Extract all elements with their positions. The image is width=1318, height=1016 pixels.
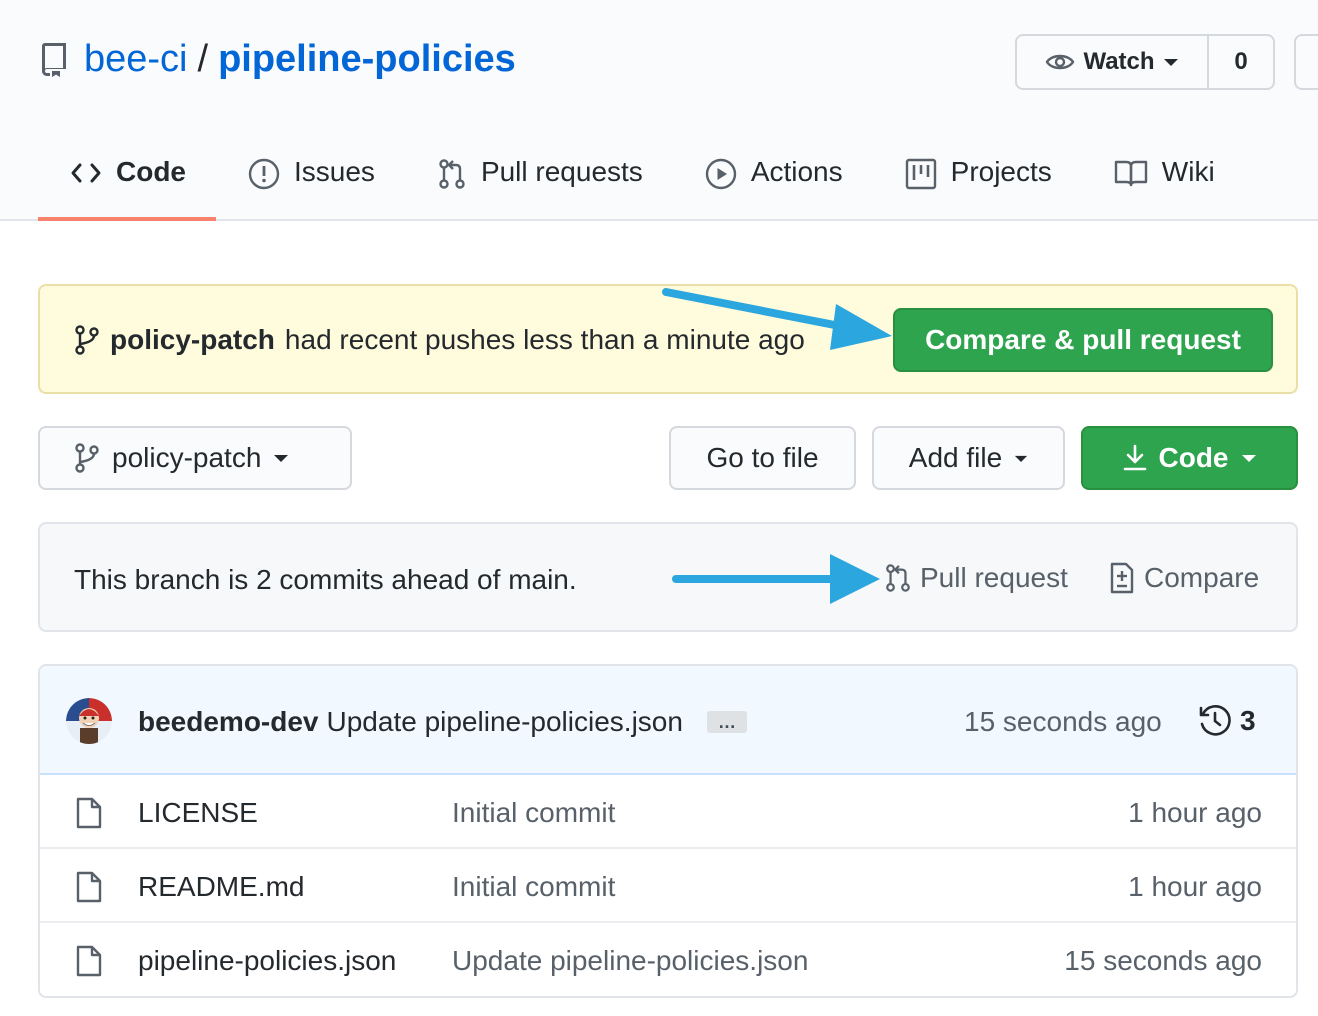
watch-group: Watch 0 [1015,34,1275,90]
tab-actions[interactable]: Actions [673,140,873,221]
repo-name-link[interactable]: pipeline-policies [218,38,516,81]
branch-icon [75,325,99,355]
recent-push-message: had recent pushes less than a minute ago [284,324,805,355]
tab-projects-label: Projects [950,156,1052,187]
tab-actions-label: Actions [750,156,843,187]
commit-message-link[interactable]: Update pipeline-policies.json [327,706,683,738]
file-time: 1 hour ago [1128,797,1262,828]
file-row[interactable]: LICENSE Initial commit 1 hour ago [40,775,1296,849]
compare-link-label: Compare [1144,562,1260,593]
watch-count[interactable]: 0 [1209,36,1273,88]
history-icon [1199,705,1231,736]
file-commit-link[interactable]: Update pipeline-policies.json [452,945,808,977]
tab-pull-requests[interactable]: Pull requests [405,140,673,221]
download-icon [1123,444,1146,471]
tab-issues-label: Issues [294,156,375,187]
pull-request-icon [886,564,910,592]
tab-projects[interactable]: Projects [873,140,1082,221]
add-file-button[interactable]: Add file [872,426,1065,490]
chevron-down-icon [1241,455,1256,462]
commit-count: 3 [1240,705,1256,736]
eye-icon [1046,54,1075,70]
file-icon [76,797,102,834]
file-row[interactable]: README.md Initial commit 1 hour ago [40,849,1296,923]
repo-title: bee-ci / pipeline-policies [40,38,516,81]
pull-request-icon [439,159,465,189]
code-download-button[interactable]: Code [1081,426,1298,490]
compare-pull-request-button[interactable]: Compare & pull request [893,308,1273,372]
branch-select-label: policy-patch [112,442,262,473]
commit-expand-button[interactable]: … [706,711,747,733]
file-icon [76,945,102,982]
repo-owner-link[interactable]: bee-ci [84,38,188,81]
recent-push-branch: policy-patch [110,324,275,355]
tab-wiki[interactable]: Wiki [1082,140,1245,221]
branch-ahead-message: This branch is 2 commits ahead of main. [74,564,577,595]
commit-history-link[interactable]: 3 [1198,704,1256,738]
pull-request-link-label: Pull request [920,562,1068,593]
recent-push-text: policy-patch had recent pushes less than… [74,324,805,356]
file-commit-link[interactable]: Initial commit [452,797,615,829]
branch-icon [75,443,99,473]
go-to-file-button[interactable]: Go to file [669,426,856,490]
tab-code[interactable]: Code [38,140,216,221]
tab-wiki-label: Wiki [1161,156,1215,187]
chevron-down-icon [274,455,289,462]
latest-commit-message: beedemo-dev Update pipeline-policies.jso… [138,706,747,738]
diff-icon [1110,562,1134,594]
branch-ahead-box: This branch is 2 commits ahead of main. … [38,522,1298,632]
watch-button[interactable]: Watch [1017,36,1209,88]
file-name-link[interactable]: pipeline-policies.json [138,945,396,977]
pull-request-link[interactable]: Pull request [884,562,1068,594]
code-icon [71,163,101,183]
tab-issues[interactable]: Issues [216,140,405,221]
go-to-file-label: Go to file [706,442,819,473]
file-name-link[interactable]: LICENSE [138,797,258,829]
repo-icon [40,42,70,77]
latest-commit-time[interactable]: 15 seconds ago [964,706,1162,738]
chevron-down-icon [1163,59,1178,66]
tab-pull-requests-label: Pull requests [480,156,643,187]
commit-author-link[interactable]: beedemo-dev [138,706,319,738]
branch-select-button[interactable]: policy-patch [38,426,352,490]
repo-header: bee-ci / pipeline-policies Watch 0 Code … [0,0,1318,221]
tab-code-label: Code [116,156,186,187]
recent-push-banner: policy-patch had recent pushes less than… [38,284,1298,394]
file-row[interactable]: pipeline-policies.json Update pipeline-p… [40,923,1296,996]
avatar[interactable] [66,698,112,744]
repo-tabs: Code Issues Pull requests Actions Projec… [38,140,1245,221]
compare-link[interactable]: Compare [1108,562,1259,594]
code-download-label: Code [1158,442,1229,473]
repo-separator: / [197,38,209,80]
file-time: 15 seconds ago [1064,945,1262,976]
project-icon [905,158,936,190]
issue-icon [248,158,280,190]
file-time: 1 hour ago [1128,871,1262,902]
latest-commit-bar: beedemo-dev Update pipeline-policies.jso… [40,666,1296,775]
star-button[interactable] [1294,34,1318,90]
watch-label: Watch [1083,48,1155,75]
add-file-label: Add file [908,442,1003,473]
file-icon [76,871,102,908]
file-name-link[interactable]: README.md [138,871,304,903]
play-icon [705,158,737,190]
book-icon [1114,160,1147,187]
chevron-down-icon [1015,455,1028,462]
file-listing: beedemo-dev Update pipeline-policies.jso… [38,664,1298,998]
file-commit-link[interactable]: Initial commit [452,871,615,903]
